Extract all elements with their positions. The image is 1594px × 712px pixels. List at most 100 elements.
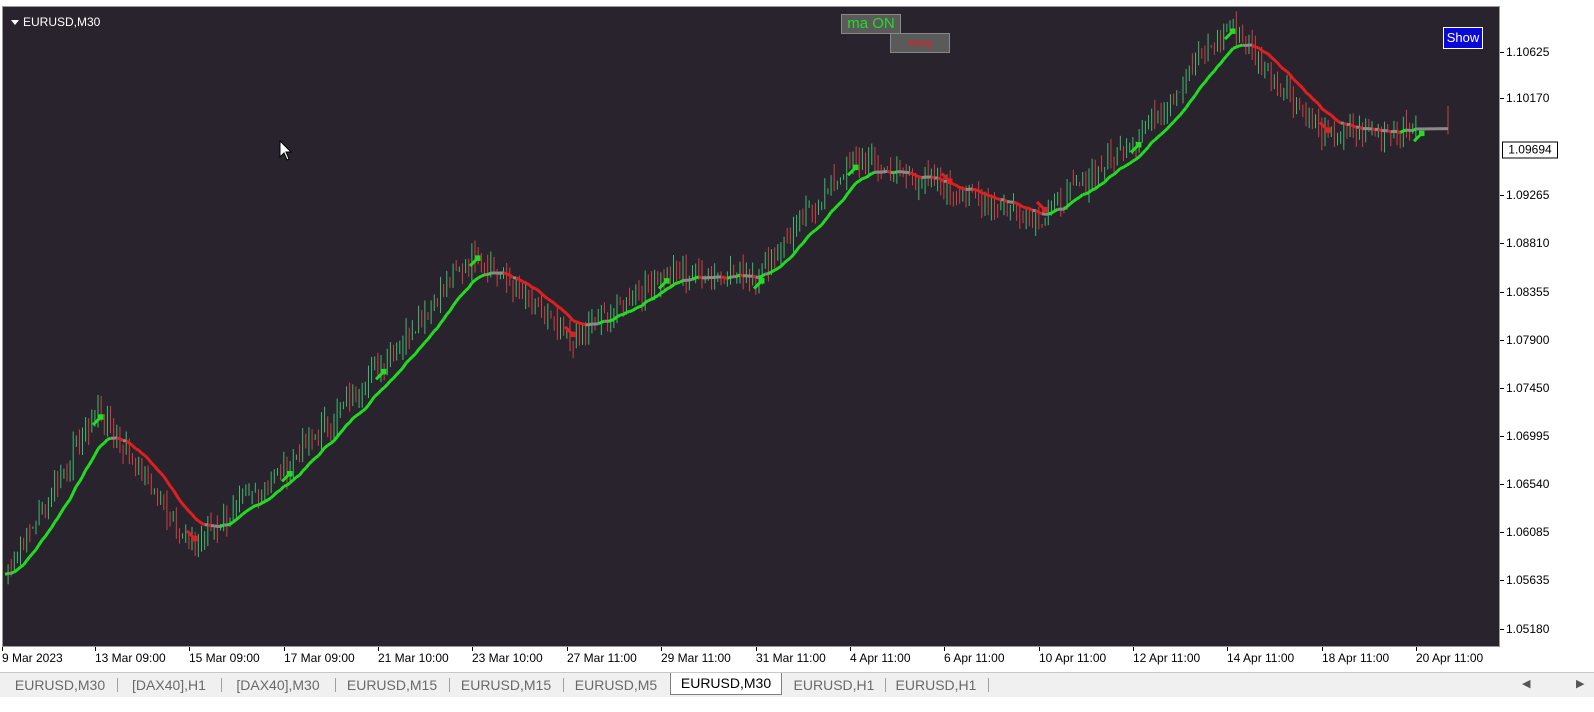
chart-tab[interactable]: EURUSD,M15 [336, 675, 448, 695]
ma-line-segment [405, 358, 411, 365]
ma-line-segment [761, 272, 767, 278]
ma-line-segment [276, 488, 282, 494]
ma-line-segment [1135, 155, 1141, 161]
tab-scroll-left-icon[interactable]: ◀ [1522, 677, 1530, 690]
ma-line-segment [1352, 124, 1357, 129]
dropdown-triangle-icon[interactable] [11, 19, 19, 25]
price-tick-label: 1.06995 [1499, 429, 1550, 443]
ma-line-segment [972, 187, 976, 192]
ma-line-segment [25, 555, 31, 562]
ma-line-segment [1019, 203, 1024, 209]
ma-line-segment [159, 471, 165, 478]
ma-line-segment [28, 552, 35, 558]
ma-line-segment [871, 170, 876, 175]
ma-line-segment [392, 373, 398, 380]
chart-tab[interactable]: EURUSD,H1 [886, 675, 986, 695]
chart-tab[interactable]: EURUSD,M5 [564, 675, 668, 695]
ma-line-segment [386, 379, 392, 386]
chart-tab[interactable]: EURUSD,M30 [670, 673, 782, 695]
ma-line-segment [1144, 145, 1150, 152]
ma-line-segment [752, 274, 757, 279]
ma-line-segment [187, 510, 194, 516]
ma-line-segment [1034, 209, 1040, 214]
ma-line-segment [436, 322, 442, 329]
ma-toggle-button[interactable]: ma ON [841, 14, 901, 34]
ma-line-segment [10, 570, 15, 575]
ma-line-segment [1141, 149, 1147, 155]
ma-line-segment [131, 444, 137, 450]
ma-line-segment [918, 175, 923, 180]
ma-line-segment [141, 452, 146, 457]
ma-line-segment [219, 523, 225, 528]
ma-line-segment [1282, 68, 1288, 73]
ma-line-segment [1100, 180, 1106, 186]
ma-line-segment [480, 273, 486, 278]
price-axis: 1.10625 1.10170 1.09265 1.08810 1.08355 1.079… [1499, 6, 1594, 647]
ma-line-segment [767, 270, 773, 275]
ma-line-segment [37, 539, 44, 546]
ma-line-segment [1097, 182, 1103, 188]
ma-line-segment [622, 311, 628, 316]
ma-line-segment [1343, 121, 1348, 126]
chart-tab[interactable]: EURUSD,M30 [4, 675, 116, 695]
ma-line-segment [207, 523, 212, 528]
ma-line-segment [389, 376, 395, 382]
ma-line-segment [955, 184, 961, 189]
chart-tab[interactable]: [DAX40],M30 [222, 675, 334, 695]
tab-scroll-right-icon[interactable]: ▶ [1576, 677, 1584, 690]
ma-line-segment [939, 177, 945, 183]
ma-line-segment [1091, 187, 1096, 192]
price-tick-label: 1.08810 [1499, 236, 1550, 250]
ma-line-segment [839, 198, 845, 204]
time-tick-label: 6 Apr 11:00 [944, 647, 1005, 665]
ma-line-segment [1222, 54, 1228, 61]
chart-tab[interactable]: EURUSD,H1 [784, 675, 884, 695]
ma-line-segment [22, 559, 28, 566]
ma-line-segment [656, 291, 662, 298]
ma-line-segment [1184, 102, 1191, 109]
ma-line-segment [600, 319, 606, 324]
ma-line-segment [1336, 119, 1342, 125]
ma-line-segment [448, 305, 455, 312]
ma-line-segment [508, 274, 514, 279]
ma-line-segment [171, 489, 178, 496]
symbol-title-label: EURUSD,M30 [23, 15, 101, 29]
chart-tab[interactable]: EURUSD,M15 [450, 675, 562, 695]
ma-line-segment [726, 275, 732, 280]
ma-line-segment [1069, 200, 1075, 205]
ma-line-segment [1122, 163, 1128, 169]
time-tick-label: 15 Mar 09:00 [189, 647, 260, 665]
ma-line-segment [842, 194, 848, 201]
eavg-button[interactable]: eavg [890, 33, 950, 53]
ma-line-segment [1163, 127, 1169, 133]
symbol-title[interactable]: EURUSD,M30 [11, 15, 100, 29]
show-button[interactable]: Show [1443, 27, 1483, 49]
ma-line-segment [16, 565, 22, 571]
ma-line-segment [1285, 70, 1292, 76]
time-tick-label: 27 Mar 11:00 [567, 647, 637, 665]
ma-line-segment [619, 312, 624, 317]
ma-line-segment [367, 399, 373, 406]
ma-line-segment [515, 276, 520, 281]
ma-line-segment [629, 309, 634, 313]
chart-tab[interactable]: [DAX40],H1 [118, 675, 220, 695]
ma-line-segment [830, 207, 836, 214]
ma-line-segment [373, 392, 379, 398]
ma-line-segment [911, 172, 917, 177]
ma-line-segment [798, 242, 804, 248]
ma-line-segment [644, 299, 650, 304]
time-tick-label: 20 Apr 11:00 [1416, 647, 1484, 665]
time-tick-label: 21 Mar 10:00 [378, 647, 449, 665]
ma-line-segment [1125, 162, 1131, 167]
ma-line-segment [977, 189, 983, 195]
ma-line-segment [1245, 43, 1250, 48]
ma-line-segment [146, 457, 153, 464]
ma-line-segment [1172, 117, 1178, 124]
ma-line-segment [181, 503, 187, 509]
price-chart[interactable]: EURUSD,M30 ma ON eavg Show [2, 6, 1500, 647]
ma-line-segment [1330, 114, 1336, 120]
ma-line-segment [226, 522, 231, 527]
ma-line-segment [984, 192, 989, 197]
ma-line-segment [1013, 200, 1018, 205]
ma-line-segment [1075, 195, 1081, 201]
